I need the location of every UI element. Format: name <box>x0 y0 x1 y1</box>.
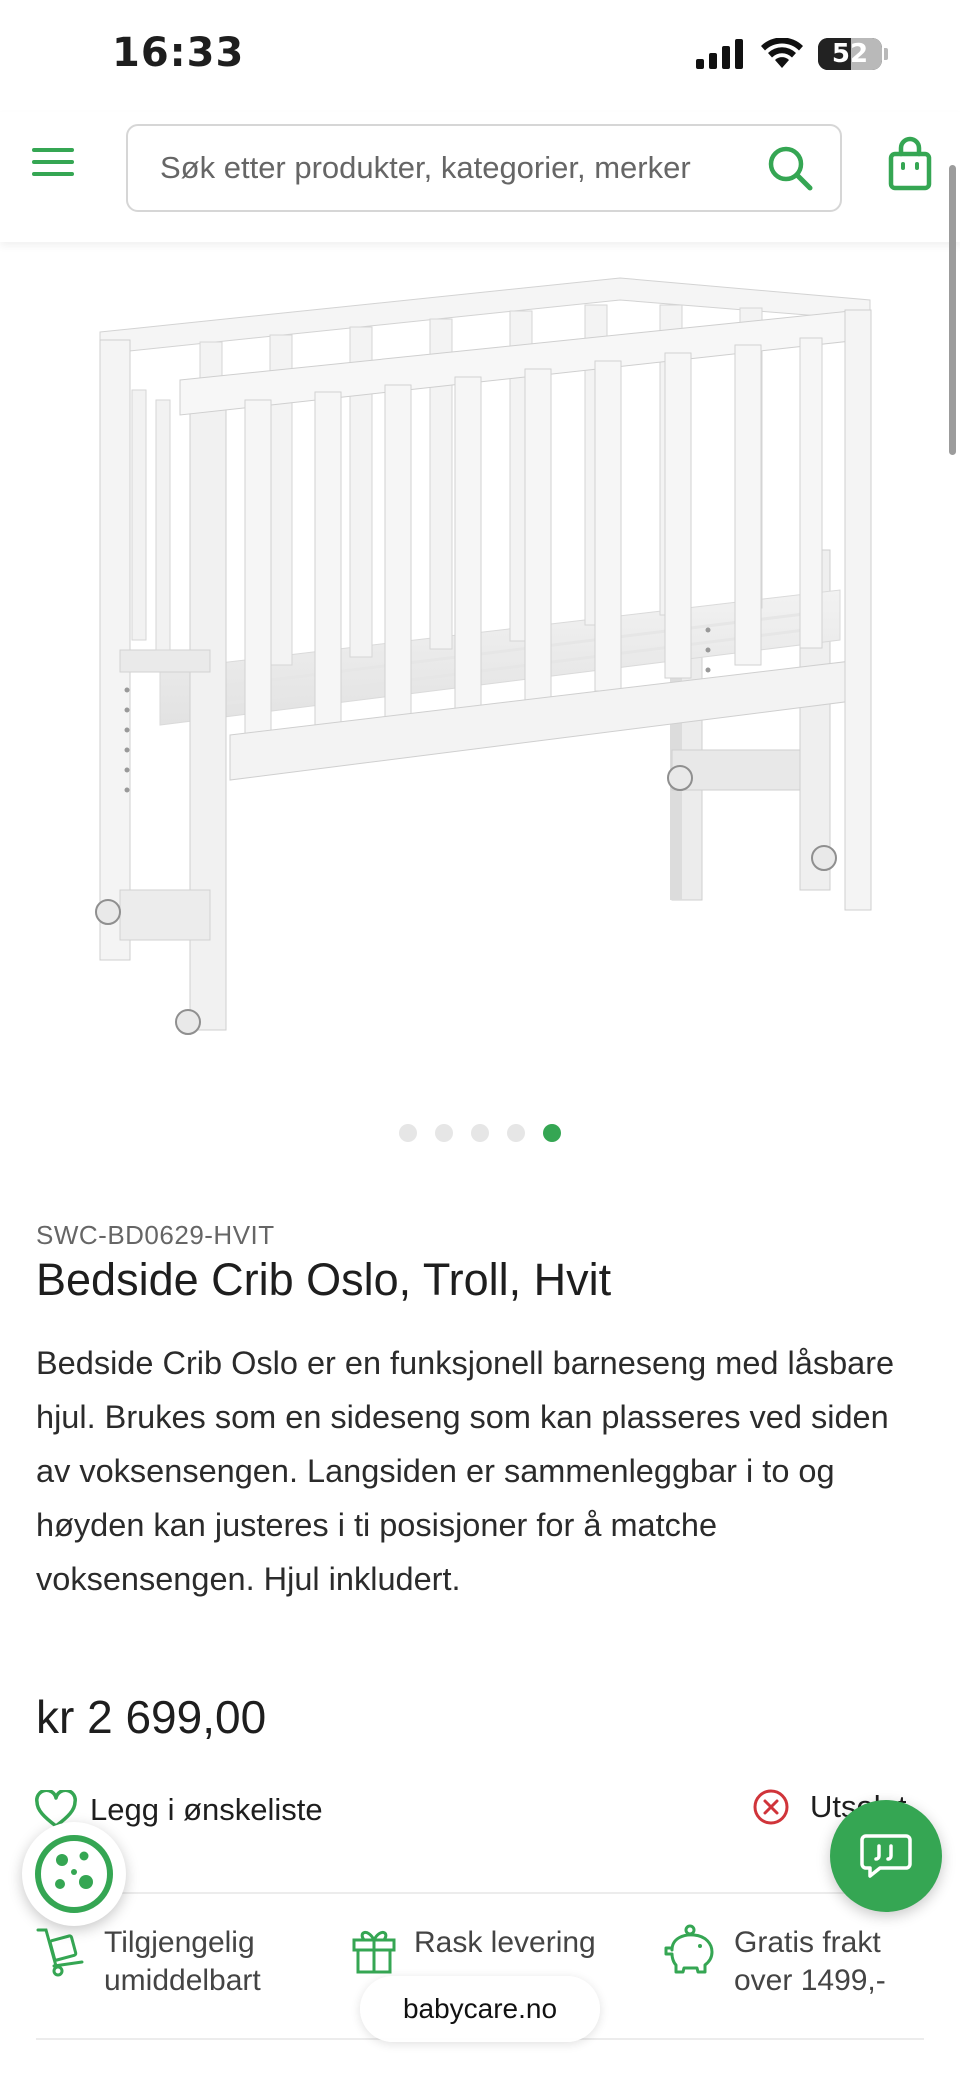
site-header <box>0 112 960 242</box>
feature-text: Gratis frakt over 1499,- <box>734 1926 886 1997</box>
product-description: Bedside Crib Oslo er en funksjonell barn… <box>36 1345 895 1597</box>
product-price: kr 2 699,00 <box>36 1691 267 1743</box>
carousel-dot[interactable] <box>543 1124 561 1142</box>
battery-icon: 52 <box>818 38 882 70</box>
product-sku: SWC-BD0629-HVIT <box>36 1220 275 1250</box>
shopping-bag-icon[interactable] <box>886 136 934 192</box>
cookie-settings-button[interactable] <box>22 1822 126 1926</box>
search-box <box>126 124 842 212</box>
status-bar: 16:33 52 <box>0 0 960 112</box>
hamburger-menu-icon[interactable] <box>30 142 78 182</box>
battery-percent: 52 <box>831 39 869 69</box>
feature-text: Tilgjengelig umiddelbart <box>104 1926 261 1997</box>
carousel-dot[interactable] <box>399 1124 417 1142</box>
status-icons: 52 <box>696 38 888 70</box>
product-image[interactable] <box>60 250 900 1070</box>
piggy-bank-icon <box>664 1924 714 1974</box>
browser-url-pill[interactable]: babycare.no <box>360 1976 600 2042</box>
feature-available: Tilgjengelig umiddelbart <box>34 1924 304 2000</box>
chat-bubble-icon <box>860 1834 912 1878</box>
cellular-signal-icon <box>696 39 743 69</box>
sold-out-x-icon <box>753 1789 789 1825</box>
product-title: Bedside Crib Oslo, Troll, Hvit <box>36 1254 612 1305</box>
feature-fast-delivery: Rask levering <box>350 1924 614 1978</box>
gift-icon <box>352 1931 396 1974</box>
status-time: 16:33 <box>112 30 245 76</box>
carousel-dot[interactable] <box>435 1124 453 1142</box>
carousel-dot[interactable] <box>471 1124 489 1142</box>
search-icon[interactable] <box>766 144 814 192</box>
image-carousel-dots <box>0 1124 960 1142</box>
delivery-cart-icon <box>36 1928 84 1977</box>
page-scrollbar[interactable] <box>949 165 956 455</box>
cookie-icon <box>35 1835 113 1913</box>
feature-text: Rask levering <box>414 1926 596 1959</box>
search-input[interactable] <box>128 126 728 210</box>
chat-button[interactable] <box>830 1800 942 1912</box>
battery-indicator: 52 <box>818 38 888 70</box>
feature-free-shipping: Gratis frakt over 1499,- <box>662 1924 934 2000</box>
wishlist-label: Legg i ønskeliste <box>90 1792 323 1827</box>
wifi-icon <box>761 38 803 68</box>
divider <box>36 1892 924 1894</box>
carousel-dot[interactable] <box>507 1124 525 1142</box>
